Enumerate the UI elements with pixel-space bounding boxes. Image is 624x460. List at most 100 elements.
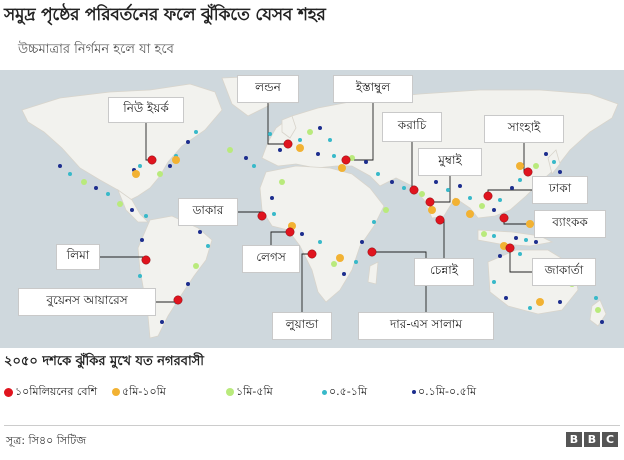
city-dot (318, 126, 322, 130)
city-dot (510, 186, 514, 190)
city-dot (492, 234, 496, 238)
city-dot (518, 252, 522, 256)
city-dot (206, 244, 210, 248)
city-dot (168, 164, 172, 168)
city-dot (140, 238, 144, 242)
city-dot (300, 232, 304, 236)
city-dot (336, 254, 344, 262)
legend-item-3: ০.৫-১মি (322, 381, 367, 403)
city-dot (318, 240, 322, 244)
city-dot (342, 272, 346, 276)
city-dot (132, 170, 140, 178)
legend-label-0: ১০মিলিয়নের বেশি (15, 384, 98, 398)
city-dot (492, 208, 496, 212)
city-dot (367, 247, 377, 257)
city-dot (296, 144, 304, 152)
city-dot (516, 162, 524, 170)
city-dot (360, 240, 364, 244)
legend-item-4: ০.১মি-০.৫মি (412, 381, 476, 403)
bbc-logo-letter-3: C (602, 432, 618, 447)
city-dot (194, 130, 198, 134)
city-label-bangkok: ব্যাংকক (534, 210, 606, 238)
city-dot (68, 172, 72, 176)
bbc-logo: B B C (566, 432, 618, 447)
legend-item-0: ১০মিলিয়নের বেশি (4, 381, 97, 403)
city-dot (518, 178, 522, 182)
city-label-istanbul: ইস্তাম্বুল (333, 75, 413, 103)
city-dot (138, 164, 142, 168)
city-dot (524, 238, 528, 242)
city-dot (419, 191, 425, 197)
city-dot (468, 196, 472, 200)
city-label-lima: লিমা (56, 244, 100, 270)
city-dot (272, 212, 276, 216)
city-dot (409, 185, 419, 195)
city-label-buenosaires: বুয়েনস আয়ারেস (18, 288, 156, 316)
city-dot (595, 307, 601, 313)
legend-swatch-1 (112, 388, 120, 396)
legend-item-1: ৫মি-১০মি (112, 381, 166, 403)
city-dot (341, 155, 351, 165)
city-dot (227, 147, 233, 153)
city-label-jakarta: জাকার্তা (532, 258, 596, 286)
city-dot (198, 230, 202, 234)
city-dot (285, 227, 295, 237)
city-dot (252, 164, 256, 168)
city-dot (383, 207, 389, 213)
city-label-shanghai: সাংহাই (484, 115, 564, 143)
city-dot (186, 282, 190, 286)
legend: ১০মিলিয়নের বেশি ৫মি-১০মি ১মি-৫মি ০.৫-১মি ০.… (4, 381, 624, 403)
city-dot (268, 132, 272, 136)
city-dot (193, 263, 199, 269)
city-dot (523, 167, 533, 177)
footer-divider (4, 425, 620, 426)
city-dot (594, 296, 598, 300)
city-dot (298, 138, 302, 142)
city-dot (94, 186, 98, 190)
city-dot (331, 261, 337, 267)
city-dot (244, 156, 248, 160)
bbc-logo-letter-1: B (566, 432, 582, 447)
city-dot (458, 184, 462, 188)
city-dot (466, 210, 474, 218)
city-dot (534, 240, 538, 244)
city-dot (58, 164, 62, 168)
city-dot (81, 179, 87, 185)
legend-label-3: ০.৫-১মি (329, 384, 368, 398)
city-dot (428, 206, 436, 214)
city-dot (402, 186, 406, 190)
legend-label-4: ০.১মি-০.৫মি (418, 384, 477, 398)
legend-swatch-3 (322, 389, 327, 395)
city-dot (558, 300, 562, 304)
city-dot (283, 139, 293, 149)
city-dot (600, 320, 604, 324)
city-dot (257, 211, 267, 221)
city-dot (278, 148, 282, 152)
city-dot (552, 160, 556, 164)
legend-label-1: ৫মি-১০মি (122, 384, 166, 398)
city-dot (499, 213, 509, 223)
city-dot (526, 220, 534, 228)
city-dot (328, 138, 332, 142)
city-dot (483, 191, 493, 201)
city-dot (144, 214, 148, 218)
city-dot (498, 198, 502, 202)
city-label-daressalaam: দার-এস সালাম (358, 312, 494, 340)
city-dot (270, 196, 274, 200)
city-dot (533, 163, 539, 169)
legend-swatch-2 (226, 388, 234, 396)
city-dot (141, 255, 151, 265)
city-dot (316, 152, 320, 156)
city-dot (106, 192, 110, 196)
city-dot (479, 203, 485, 209)
city-dot (186, 140, 190, 144)
city-dot (338, 164, 346, 172)
city-dot (354, 260, 358, 264)
legend-swatch-0 (4, 387, 13, 397)
city-dot (173, 295, 183, 305)
city-label-karachi: করাচি (382, 112, 442, 142)
city-dot (117, 201, 123, 207)
infographic: সমুদ্র পৃষ্ঠের পরিবর্তনের ফলে ঝুঁকিতে যে… (0, 0, 624, 460)
city-dot (505, 243, 515, 253)
city-dot (147, 155, 157, 165)
